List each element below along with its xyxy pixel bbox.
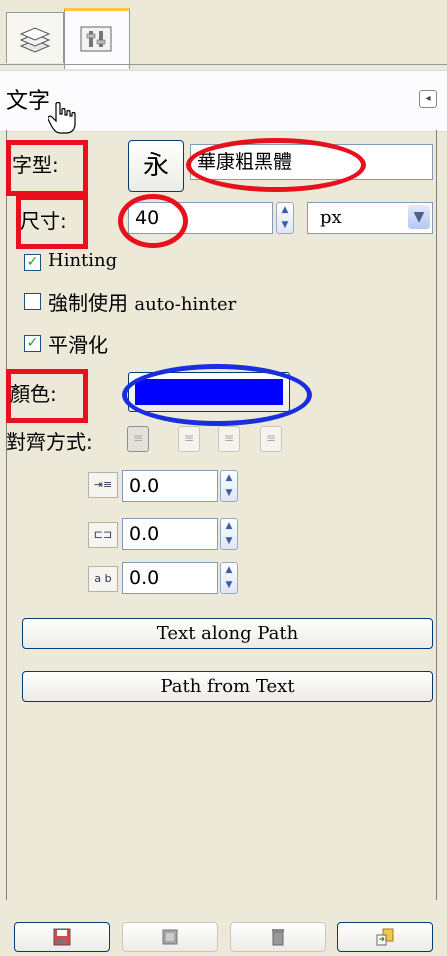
justify-label: 對齊方式: bbox=[6, 430, 93, 454]
line-spacing-input[interactable]: 0.0 bbox=[122, 518, 218, 550]
size-value-highlight bbox=[118, 194, 188, 248]
arrow-up-icon[interactable]: ▲ bbox=[221, 563, 237, 578]
tool-options-icon bbox=[80, 26, 112, 52]
font-preview-button[interactable]: 永 bbox=[128, 140, 184, 192]
save-options-icon bbox=[53, 928, 71, 946]
hinting-checkbox[interactable]: ✓ bbox=[24, 254, 41, 271]
delete-options-icon bbox=[272, 929, 284, 946]
arrow-up-icon[interactable]: ▲ bbox=[221, 471, 237, 486]
arrow-down-icon[interactable]: ▼ bbox=[277, 218, 293, 233]
letter-spacing-icon: a b bbox=[88, 566, 118, 592]
hinting-label: Hinting bbox=[48, 250, 118, 271]
justify-right-button[interactable]: ≡ bbox=[178, 426, 200, 452]
indent-spinner[interactable]: ▲ ▼ bbox=[220, 470, 238, 502]
justify-center-button[interactable]: ≡ bbox=[218, 426, 240, 452]
layers-icon bbox=[19, 27, 51, 53]
arrow-up-icon[interactable]: ▲ bbox=[277, 203, 293, 218]
save-options-button[interactable] bbox=[14, 922, 110, 952]
size-spinner[interactable]: ▲ ▼ bbox=[276, 202, 294, 234]
letter-spacing-input[interactable]: 0.0 bbox=[122, 562, 218, 594]
restore-options-icon bbox=[162, 929, 178, 945]
justify-left-button[interactable]: ≡ bbox=[127, 426, 149, 452]
force-autohinter-checkbox[interactable] bbox=[24, 293, 41, 310]
arrow-up-icon[interactable]: ▲ bbox=[221, 519, 237, 534]
justify-fill-button[interactable]: ≡ bbox=[260, 426, 282, 452]
size-label: 尺寸: bbox=[20, 209, 67, 233]
indent-icon: ⇥≡ bbox=[88, 472, 118, 498]
indent-input[interactable]: 0.0 bbox=[122, 470, 218, 502]
color-label: 顏色: bbox=[10, 382, 57, 406]
antialias-label: 平滑化 bbox=[48, 333, 108, 357]
arrow-down-icon[interactable]: ▼ bbox=[221, 578, 237, 593]
font-name-highlight bbox=[186, 138, 366, 192]
text-along-path-button[interactable]: Text along Path bbox=[22, 618, 433, 649]
unit-select-value: px bbox=[320, 207, 342, 228]
panel-title: 文字 bbox=[6, 89, 51, 114]
tool-options-tab[interactable] bbox=[64, 8, 130, 69]
line-spacing-icon: ⊏⊐ bbox=[88, 522, 118, 548]
line-spacing-spinner[interactable]: ▲ ▼ bbox=[220, 518, 238, 550]
font-label: 字型: bbox=[12, 153, 59, 177]
color-highlight bbox=[122, 364, 312, 426]
antialias-checkbox[interactable]: ✓ bbox=[24, 335, 41, 352]
path-from-text-button[interactable]: Path from Text bbox=[22, 671, 433, 702]
letter-spacing-spinner[interactable]: ▲ ▼ bbox=[220, 562, 238, 594]
delete-options-button[interactable] bbox=[230, 922, 326, 952]
reset-options-icon bbox=[376, 928, 394, 946]
chevron-down-icon[interactable]: ▼ bbox=[408, 205, 430, 229]
unit-select[interactable]: px ▼ bbox=[307, 202, 433, 234]
dock-tab-strip bbox=[0, 0, 447, 72]
layers-tab[interactable] bbox=[6, 12, 64, 63]
tab-menu-icon[interactable]: ◂ bbox=[419, 90, 437, 108]
arrow-down-icon[interactable]: ▼ bbox=[221, 534, 237, 549]
arrow-down-icon[interactable]: ▼ bbox=[221, 486, 237, 501]
restore-options-button[interactable] bbox=[122, 922, 218, 952]
reset-options-button[interactable] bbox=[337, 922, 433, 952]
force-autohinter-label: 強制使用 auto-hinter bbox=[48, 291, 237, 315]
